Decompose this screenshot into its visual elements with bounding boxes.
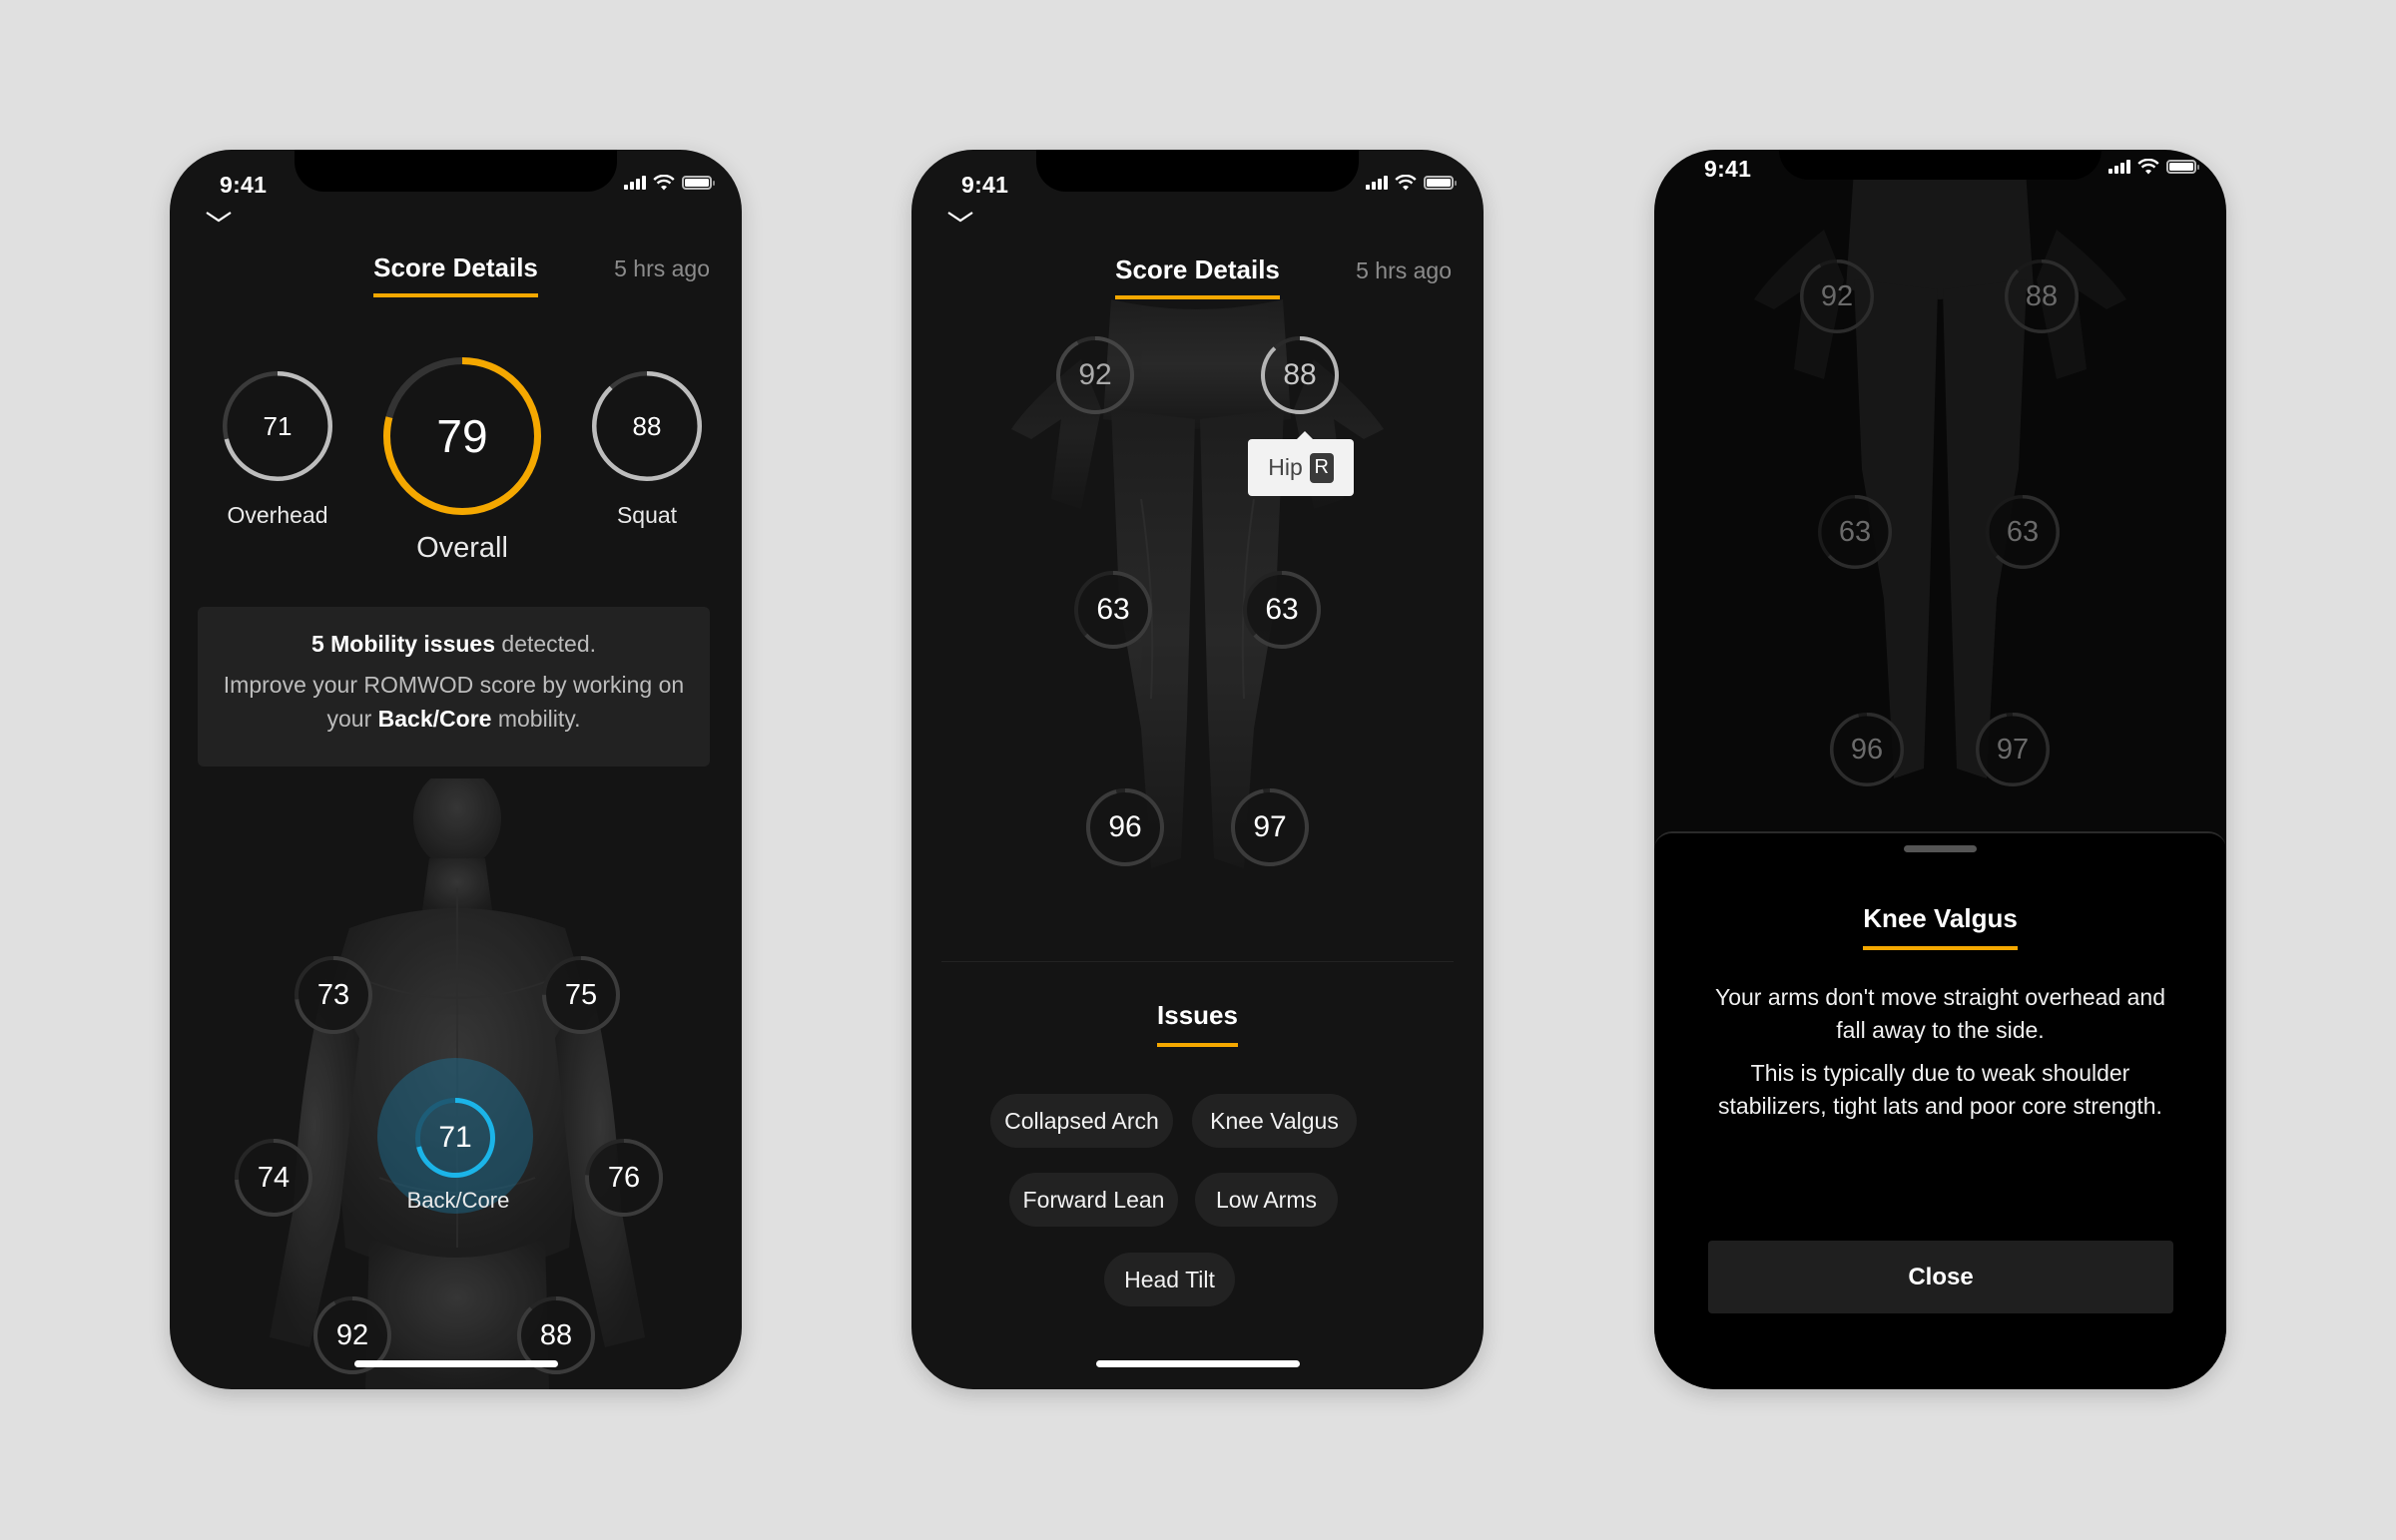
status-time: 9:41 — [961, 172, 1009, 198]
issues-detected-text: 5 Mobility issues detected. — [310, 631, 597, 657]
body-point-value: 71 — [438, 1121, 472, 1154]
sheet-description: Your arms don't move straight overhead a… — [1714, 984, 2166, 1043]
body-point-elbow-left[interactable]: 74 — [234, 1138, 313, 1218]
body-point-hip-left[interactable]: 92 — [1799, 258, 1875, 334]
hip-tooltip: Hip R — [1248, 431, 1354, 496]
sheet-cause: This is typically due to weak shoulder s… — [1718, 1060, 2162, 1119]
body-point-value: 74 — [257, 1161, 291, 1194]
body-point-value: 63 — [1838, 515, 1872, 548]
issue-chip-head-tilt[interactable]: Head Tilt — [1104, 1253, 1235, 1306]
section-divider — [941, 961, 1454, 962]
body-point-value: 76 — [607, 1161, 641, 1194]
side-badge: R — [1309, 452, 1334, 483]
phone-screen-issue-detail: 9:41 92 88 63 63 96 97 Knee Valgus Your … — [1654, 150, 2226, 1389]
squat-score-value: 88 — [632, 410, 662, 441]
squat-label: Squat — [616, 502, 678, 528]
status-icons — [624, 174, 715, 192]
status-icons — [1366, 174, 1457, 192]
sheet-drag-handle[interactable] — [1904, 845, 1977, 852]
battery-icon — [1424, 176, 1457, 190]
body-point-hip-left[interactable]: 92 — [1055, 335, 1135, 415]
issue-detail-sheet: Knee Valgus Your arms don't move straigh… — [1654, 831, 2226, 1389]
body-point-ankle-left[interactable]: 96 — [1829, 712, 1905, 787]
phone-screen-issues: 9:41 Score Details 5 hrs ago 92 88 Hip R — [911, 150, 1484, 1389]
home-indicator[interactable] — [354, 1360, 558, 1367]
body-point-hip-right[interactable]: 88 — [2004, 258, 2080, 334]
signal-icon — [1366, 176, 1388, 190]
battery-icon — [2166, 160, 2199, 174]
signal-icon — [624, 176, 646, 190]
home-indicator[interactable] — [1096, 1360, 1300, 1367]
overhead-score-ring[interactable]: 71 — [222, 370, 333, 482]
overall-score-value: 79 — [436, 410, 488, 462]
body-point-value: 92 — [1078, 358, 1112, 391]
overall-label: Overall — [416, 532, 508, 564]
issues-title: Issues — [911, 1000, 1484, 1047]
tooltip-label: Hip — [1268, 454, 1303, 480]
chevron-down-icon[interactable] — [204, 210, 234, 224]
sheet-title: Knee Valgus — [1654, 903, 2226, 950]
body-point-value: 96 — [1850, 733, 1884, 766]
mobility-info-box: 5 Mobility issues detected. Improve your… — [198, 607, 710, 767]
overhead-score-value: 71 — [263, 410, 293, 441]
status-icons — [2108, 158, 2199, 176]
body-point-knee-left[interactable]: 63 — [1073, 570, 1153, 650]
body-legs-illustration — [1754, 170, 2126, 778]
battery-icon — [682, 176, 715, 190]
last-updated: 5 hrs ago — [614, 256, 710, 281]
back-core-label: Back/Core — [406, 1188, 510, 1213]
signal-icon — [2108, 160, 2130, 174]
body-point-value: 63 — [1265, 593, 1299, 626]
improve-text: Improve your ROMWOD score by working on … — [223, 672, 685, 732]
body-point-shoulder-left[interactable]: 73 — [294, 955, 373, 1035]
issue-chip-knee-valgus[interactable]: Knee Valgus — [1192, 1094, 1357, 1148]
status-time: 9:41 — [1704, 156, 1752, 182]
body-point-knee-right[interactable]: 63 — [1985, 494, 2061, 570]
body-point-shoulder-right[interactable]: 75 — [541, 955, 621, 1035]
body-point-value: 88 — [1283, 358, 1317, 391]
body-point-value: 92 — [1820, 279, 1854, 312]
issue-chip-low-arms[interactable]: Low Arms — [1195, 1173, 1338, 1227]
body-point-value: 88 — [2025, 279, 2059, 312]
body-point-value: 73 — [316, 978, 350, 1011]
body-point-value: 97 — [1253, 810, 1287, 843]
body-point-ankle-left[interactable]: 96 — [1085, 787, 1165, 867]
body-point-value: 75 — [564, 978, 598, 1011]
body-point-knee-right[interactable]: 63 — [1242, 570, 1322, 650]
body-point-ankle-right[interactable]: 97 — [1975, 712, 2051, 787]
body-legs-illustration — [1011, 299, 1384, 868]
wifi-icon — [2137, 159, 2159, 175]
body-point-elbow-right[interactable]: 76 — [584, 1138, 664, 1218]
squat-score-ring[interactable]: 88 — [591, 370, 703, 482]
device-notch — [295, 150, 617, 192]
issue-chip-collapsed-arch[interactable]: Collapsed Arch — [990, 1094, 1173, 1148]
close-button[interactable]: Close — [1708, 1241, 2173, 1313]
overhead-label: Overhead — [227, 502, 328, 528]
body-point-knee-left[interactable]: 63 — [1817, 494, 1893, 570]
last-updated: 5 hrs ago — [1356, 257, 1452, 283]
phone-screen-score-overview: 9:41 Score Details 5 hrs ago 71 Overhead… — [170, 150, 742, 1389]
device-notch — [1779, 150, 2101, 180]
chevron-down-icon[interactable] — [945, 210, 975, 224]
body-point-hip-right[interactable]: 88 — [1260, 335, 1340, 415]
status-time: 9:41 — [220, 172, 268, 198]
issue-chip-forward-lean[interactable]: Forward Lean — [1009, 1173, 1178, 1227]
body-point-value: 63 — [2006, 515, 2040, 548]
body-point-back-core[interactable]: 71 — [414, 1097, 496, 1179]
wifi-icon — [1395, 175, 1417, 191]
device-notch — [1036, 150, 1359, 192]
body-point-ankle-right[interactable]: 97 — [1230, 787, 1310, 867]
body-point-value: 97 — [1996, 733, 2030, 766]
overall-score-ring[interactable]: 79 — [382, 356, 542, 516]
body-point-value: 96 — [1108, 810, 1142, 843]
wifi-icon — [653, 175, 675, 191]
body-point-value: 63 — [1096, 593, 1130, 626]
